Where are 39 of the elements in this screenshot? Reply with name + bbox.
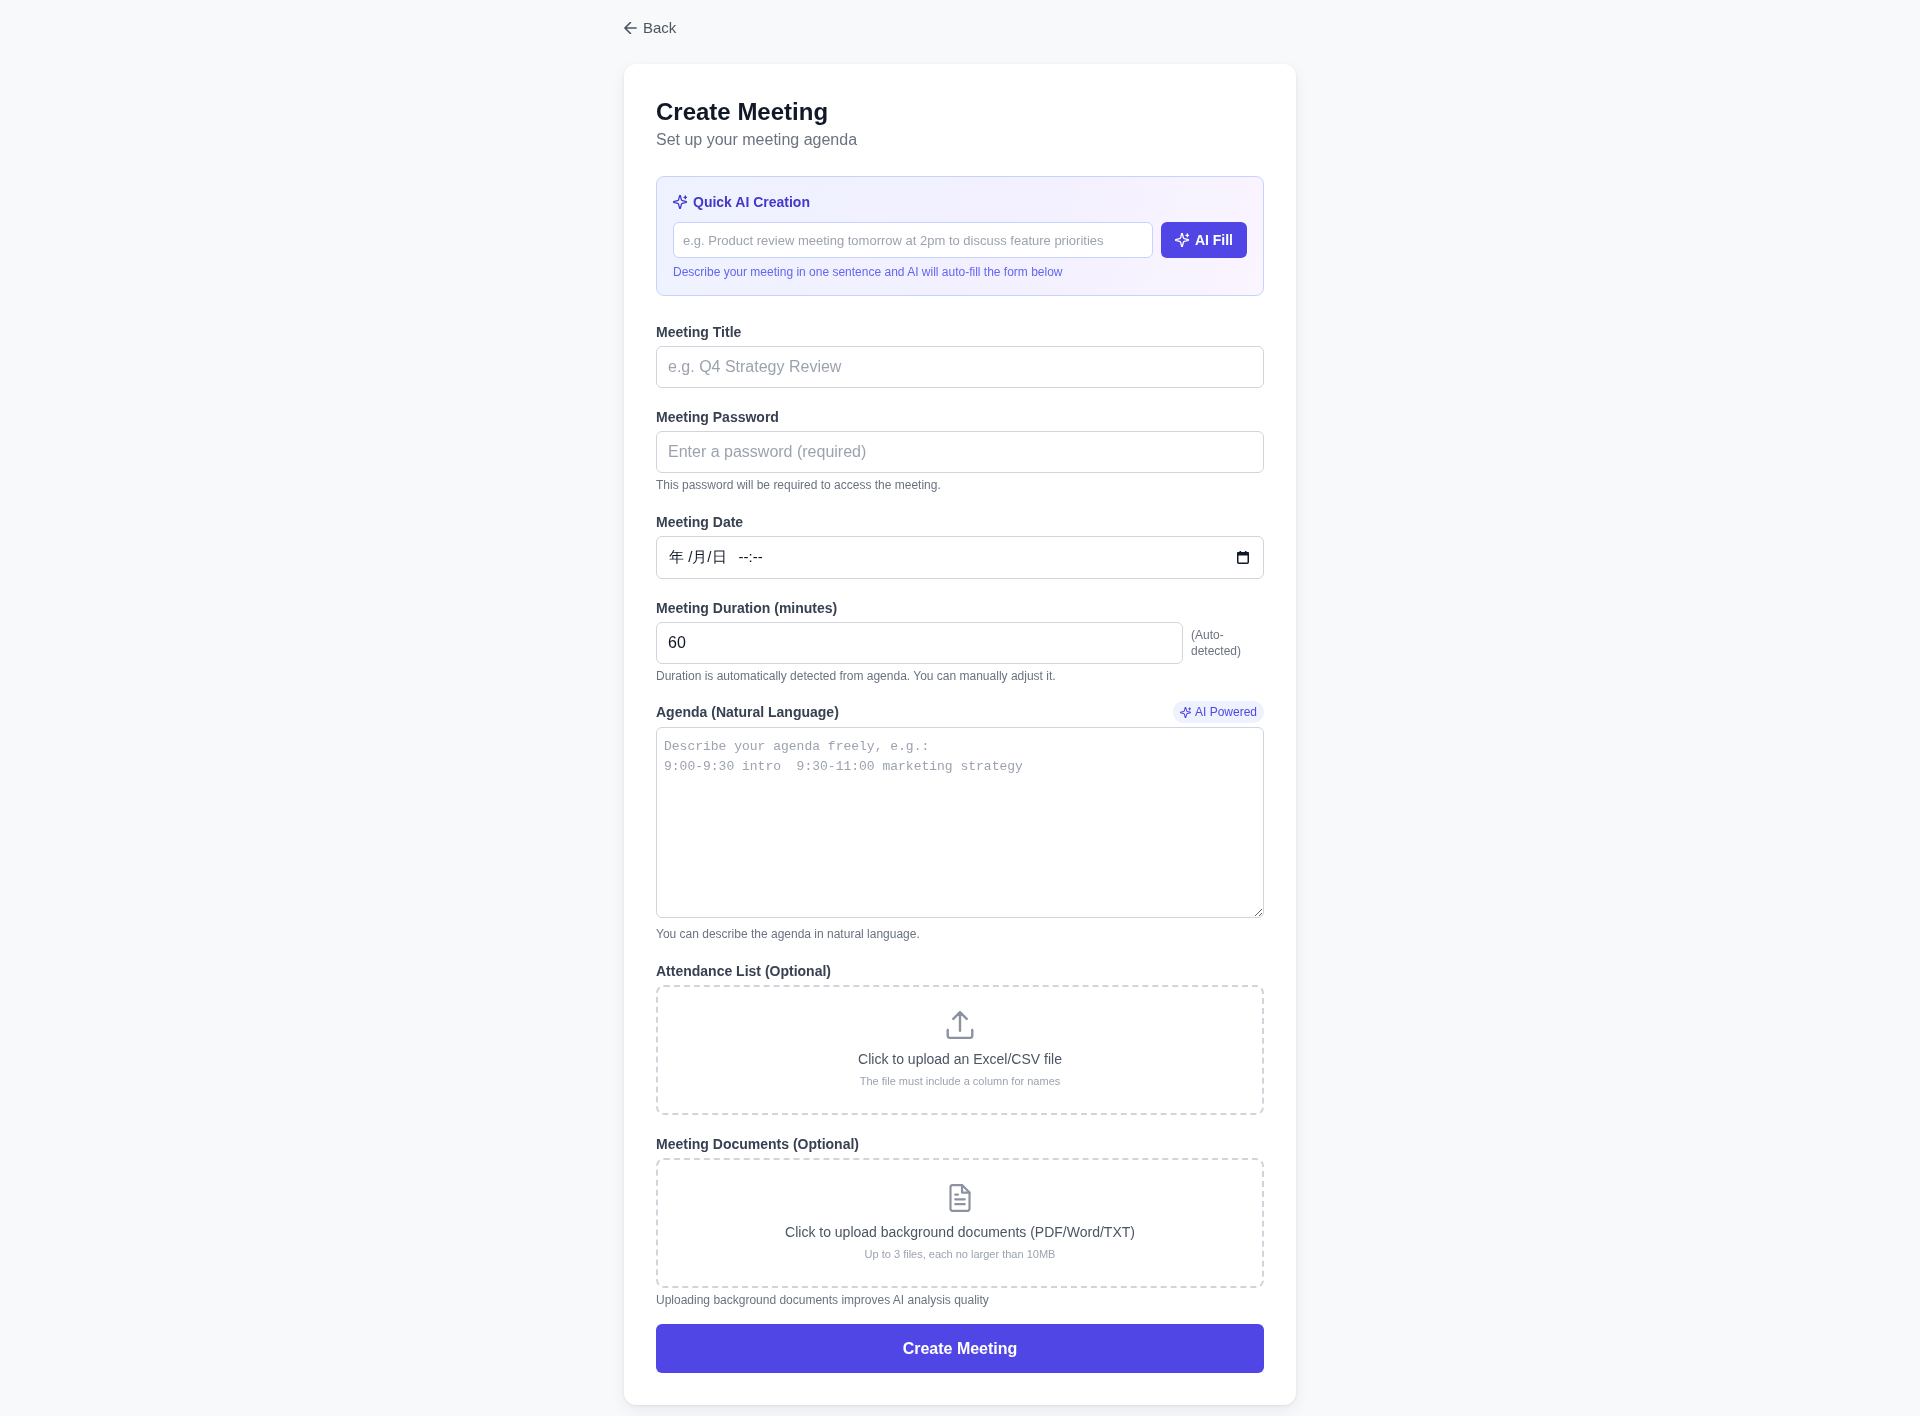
field-hint: You can describe the agenda in natural language. bbox=[656, 926, 921, 942]
field-hint: Duration is automatically detected from agenda. You can manually adjust it. bbox=[656, 668, 1057, 684]
field-label: Attendance List (Optional) bbox=[656, 962, 831, 981]
sparkle-icon bbox=[1174, 233, 1189, 247]
field-label: Meeting Duration (minutes) bbox=[656, 599, 838, 618]
field-label: Agenda (Natural Language) bbox=[656, 703, 839, 722]
ai-fill-button[interactable]: AI Fill bbox=[1160, 222, 1247, 258]
upload-icon bbox=[946, 1011, 974, 1039]
field-label: Meeting Documents (Optional) bbox=[656, 1135, 859, 1154]
auto-detected-note: (Auto-detected) bbox=[1191, 627, 1243, 659]
field-label: Meeting Title bbox=[656, 323, 742, 342]
field-hint: This password will be required to access the meeting. bbox=[656, 477, 942, 493]
agenda-field[interactable]: Describe your agenda freely, e.g.: 9:00-9:30 intro 9:30-11:00 marketing strategy bbox=[656, 727, 1264, 918]
quick-ai-heading: Quick AI Creation bbox=[693, 193, 810, 212]
upload-dropzone[interactable]: Click to upload an Excel/CSV file The file must include a column for names bbox=[656, 985, 1264, 1115]
field-label: Meeting Date bbox=[656, 513, 744, 532]
arrow-left-icon bbox=[624, 22, 637, 34]
create-meeting-button[interactable]: Create Meeting bbox=[656, 1324, 1264, 1373]
password-field[interactable]: Enter a password (required) bbox=[656, 431, 1264, 473]
page-title: Create Meeting bbox=[656, 97, 830, 127]
upload-note: Up to 3 files, each no larger than 10MB bbox=[864, 1247, 1056, 1262]
upload-note: The file must include a column for names bbox=[859, 1074, 1061, 1089]
ai-hint-text: Describe your meeting in one sentence and AI will auto-fill the form below bbox=[673, 264, 1064, 280]
field-hint: Uploading background documents improves AI analysis quality bbox=[656, 1292, 990, 1308]
date-field[interactable]: 年 /月/日 --:-- bbox=[656, 536, 1264, 579]
field-label: Meeting Password bbox=[656, 408, 779, 427]
sparkle-icon bbox=[1179, 706, 1191, 718]
page-subtitle: Set up your meeting agenda bbox=[656, 130, 859, 150]
document-icon bbox=[946, 1184, 974, 1212]
ai-prompt-field[interactable]: e.g. Product review meeting tomorrow at 2pm to discuss feature priorities bbox=[673, 222, 1153, 258]
duration-field[interactable]: 60 bbox=[656, 622, 1183, 664]
ai-powered-text: AI Powered bbox=[1194, 704, 1257, 721]
upload-prompt: Click to upload an Excel/CSV file bbox=[858, 1050, 1062, 1069]
upload-prompt: Click to upload background documents (PDF/Word/TXT) bbox=[785, 1223, 1135, 1242]
sparkle-icon bbox=[673, 195, 687, 209]
calendar-icon bbox=[1237, 551, 1249, 564]
text-field[interactable]: e.g. Q4 Strategy Review bbox=[656, 346, 1264, 388]
upload-dropzone[interactable]: Click to upload background documents (PDF/Word/TXT) Up to 3 files, each no larger than 10MB bbox=[656, 1158, 1264, 1288]
back-link[interactable]: Back bbox=[624, 16, 677, 40]
